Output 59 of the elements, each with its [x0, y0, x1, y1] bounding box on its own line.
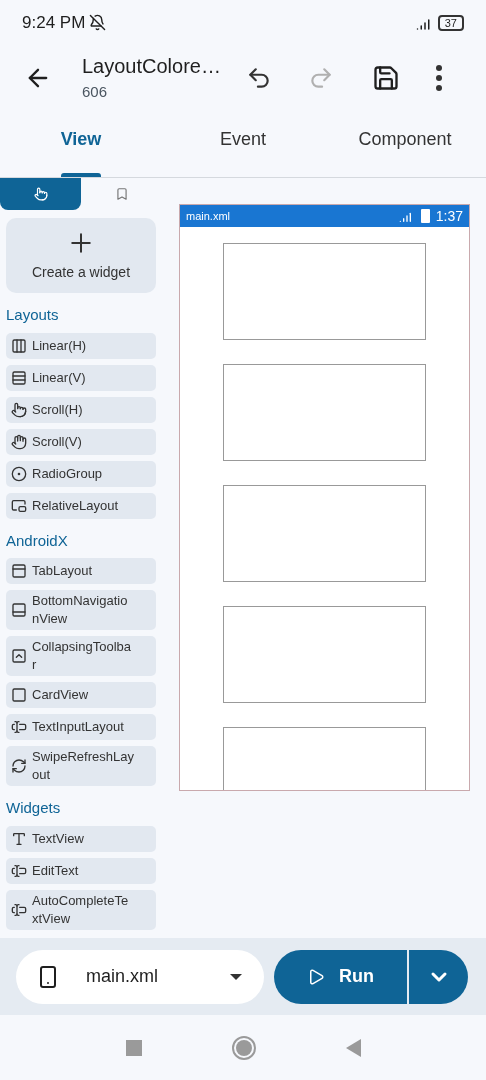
collapse-icon — [11, 648, 27, 664]
text-cursor-icon — [11, 901, 27, 918]
widget-item[interactable]: TextInputLayout — [6, 714, 156, 740]
widget-item[interactable]: SwipeRefreshLayout — [6, 746, 156, 786]
widget-item[interactable]: TabLayout — [6, 558, 156, 584]
save-button[interactable] — [372, 63, 400, 92]
section-title: Layouts — [6, 305, 60, 325]
text-cursor-icon — [11, 862, 27, 879]
more-icon — [436, 64, 442, 91]
widget-item[interactable]: Scroll(H) — [6, 396, 156, 423]
widget-item[interactable]: TextView — [6, 825, 156, 852]
tab[interactable]: View — [0, 110, 162, 177]
section-title: AndroidX — [6, 530, 69, 551]
dropdown-caret-icon — [230, 973, 242, 980]
widget-item[interactable]: AutoCompleteTextView — [6, 889, 156, 930]
rows-icon — [11, 369, 27, 386]
panel-bottom-icon — [11, 602, 27, 618]
file-dropdown[interactable]: main.xml — [16, 949, 264, 1004]
project-title: LayoutColore… — [82, 54, 222, 80]
pointer-icon — [11, 401, 27, 418]
battery-icon — [420, 209, 430, 223]
text-size-icon — [11, 830, 27, 847]
run-button[interactable]: Run — [274, 949, 407, 1004]
columns-icon — [11, 337, 27, 354]
play-icon — [307, 967, 325, 986]
widget-item[interactable]: CollapsingToolbar — [6, 636, 156, 676]
create-widget-button[interactable]: Create a widget — [6, 218, 156, 293]
home-icon[interactable] — [231, 1035, 256, 1060]
widget-item[interactable]: Scroll(V) — [6, 428, 156, 455]
widget-item[interactable]: RelativeLayout — [6, 492, 156, 519]
picture-in-picture-icon — [11, 497, 27, 514]
widget-item[interactable]: CardView — [6, 682, 156, 708]
project-subtitle: 606 — [82, 82, 109, 103]
widget-item[interactable]: Linear(V) — [6, 364, 156, 391]
tab[interactable]: Component — [324, 110, 486, 177]
back-nav-icon[interactable] — [345, 1038, 361, 1057]
panel-top-icon — [11, 563, 27, 579]
hand-icon — [11, 433, 27, 450]
widget-item[interactable]: EditText — [6, 857, 156, 884]
refresh-icon — [11, 758, 27, 774]
palette-tab[interactable] — [0, 178, 81, 210]
status-time: 9:24 PM — [22, 11, 86, 34]
radio-icon — [11, 465, 27, 482]
widget-item[interactable]: BottomNavigationView — [6, 590, 156, 630]
widget-item[interactable]: RadioGroup — [6, 460, 156, 487]
widget-item[interactable]: Linear(H) — [6, 332, 156, 359]
bookmark-icon — [114, 187, 129, 201]
bell-off-icon — [89, 14, 107, 31]
preview-time: 1:37 — [435, 206, 463, 226]
section-title: Widgets — [6, 798, 62, 818]
more-button[interactable] — [436, 64, 442, 91]
pointer-icon — [33, 187, 48, 201]
tab[interactable]: Event — [162, 110, 324, 177]
run-options-button[interactable] — [409, 949, 468, 1004]
recents-icon[interactable] — [125, 1039, 142, 1056]
preview-file-name: main.xml — [186, 208, 231, 224]
battery-level: 37 — [437, 14, 464, 31]
text-cursor-icon — [11, 719, 27, 735]
card-icon — [11, 687, 27, 703]
